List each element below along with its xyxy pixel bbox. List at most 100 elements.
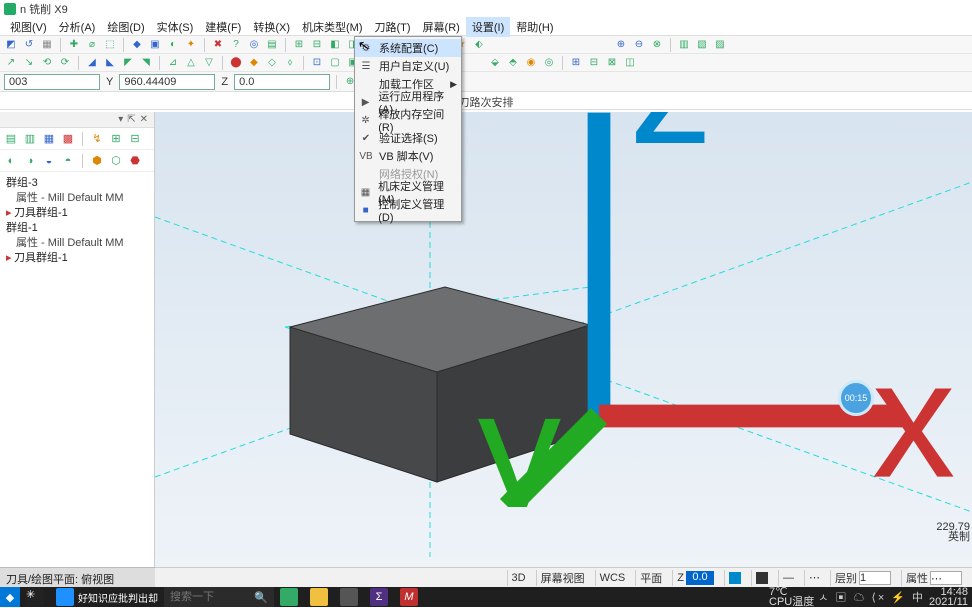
taskbar-clock[interactable]: 14:48 2021/11: [929, 587, 968, 607]
taskbar-app-sigma[interactable]: Σ: [364, 587, 394, 607]
tool-icon[interactable]: ⬨: [283, 56, 297, 70]
status-layer-value[interactable]: 1: [859, 571, 891, 585]
status-attr[interactable]: 属性 ⋯: [901, 570, 966, 586]
tree-item[interactable]: 属性 - Mill Default MM: [6, 191, 148, 206]
taskbar-app[interactable]: [274, 587, 304, 607]
taskbar-temperature[interactable]: 7℃ CPU温度: [769, 587, 814, 607]
status-swatch[interactable]: [724, 570, 745, 586]
tool-icon[interactable]: ⊟: [310, 38, 324, 52]
menu-view[interactable]: 视图(V): [4, 17, 53, 37]
menu-toolpath[interactable]: 刀路(T): [369, 17, 417, 37]
dd-user-custom[interactable]: ☰用户自定义(U): [355, 57, 461, 75]
tree-item[interactable]: ▸刀具群组-1: [6, 251, 148, 266]
start-button[interactable]: ◆: [0, 587, 20, 607]
tool-icon[interactable]: ⬖: [472, 38, 486, 52]
tool-icon[interactable]: ▽: [202, 56, 216, 70]
tool-icon[interactable]: ⊕: [614, 38, 628, 52]
tool-icon[interactable]: ⬚: [103, 38, 117, 52]
tree-item[interactable]: 群组-3: [6, 176, 148, 191]
tree-item[interactable]: ▸刀具群组-1: [6, 206, 148, 221]
taskbar-search-input[interactable]: [170, 591, 250, 603]
tool-icon[interactable]: ▢: [328, 56, 342, 70]
tool-icon[interactable]: ◎: [247, 38, 261, 52]
status-3d[interactable]: 3D: [507, 570, 530, 586]
tool-icon[interactable]: ◆: [130, 38, 144, 52]
coord-x-input[interactable]: [4, 74, 100, 90]
tree-item[interactable]: 属性 - Mill Default MM: [6, 236, 148, 251]
menu-machine-type[interactable]: 机床类型(M): [296, 17, 369, 37]
status-layer[interactable]: 层别 1: [830, 570, 895, 586]
tool-icon[interactable]: ⬢: [90, 154, 104, 168]
status-plane-btn[interactable]: 平面: [635, 570, 666, 586]
tool-icon[interactable]: ▦: [40, 38, 54, 52]
tool-icon[interactable]: ◥: [139, 56, 153, 70]
tool-icon[interactable]: ⟳: [58, 56, 72, 70]
tool-icon[interactable]: ⊖: [632, 38, 646, 52]
search-icon[interactable]: 🔍: [254, 591, 268, 604]
tool-icon[interactable]: ⌀: [85, 38, 99, 52]
tool-icon[interactable]: ◢: [85, 56, 99, 70]
tool-icon[interactable]: △: [184, 56, 198, 70]
tool-icon[interactable]: ⊠: [605, 56, 619, 70]
viewport-3d[interactable]: z x y: [155, 112, 972, 567]
status-z-value[interactable]: 0.0: [686, 571, 714, 585]
menu-settings[interactable]: 设置(I): [466, 17, 510, 37]
close-icon[interactable]: ✕: [140, 114, 148, 125]
tray-icons[interactable]: ㅅ ▣ ☁ ⟨× ⚡ 中: [818, 589, 925, 605]
coord-z-input[interactable]: [234, 74, 330, 90]
pin-icon[interactable]: ⇱: [127, 114, 135, 125]
tool-icon[interactable]: ▧: [695, 38, 709, 52]
taskbar-fan-icon[interactable]: ✳: [20, 587, 50, 607]
tool-icon[interactable]: ▤: [265, 38, 279, 52]
tool-icon[interactable]: ◇: [265, 56, 279, 70]
tool-icon[interactable]: ▦: [42, 132, 56, 146]
tool-icon[interactable]: ✦: [184, 38, 198, 52]
tool-icon[interactable]: ⊡: [310, 56, 324, 70]
coord-y-input[interactable]: [119, 74, 215, 90]
status-line-style2[interactable]: ⋯: [804, 570, 824, 586]
tool-icon[interactable]: ⊟: [587, 56, 601, 70]
menu-transform[interactable]: 转换(X): [247, 17, 296, 37]
tool-icon[interactable]: ◉: [524, 56, 538, 70]
tool-icon[interactable]: ?: [229, 38, 243, 52]
tool-icon[interactable]: ⊞: [109, 132, 123, 146]
menu-help[interactable]: 帮助(H): [510, 17, 559, 37]
menu-solids[interactable]: 实体(S): [151, 17, 200, 37]
tool-icon[interactable]: ⊟: [128, 132, 142, 146]
tool-icon[interactable]: ◐: [4, 154, 18, 168]
tool-icon[interactable]: ▤: [4, 132, 18, 146]
tool-icon[interactable]: ◫: [623, 56, 637, 70]
chevron-down-icon[interactable]: ▾: [118, 114, 123, 125]
tool-icon[interactable]: ▩: [61, 132, 75, 146]
tool-icon[interactable]: ⬣: [128, 154, 142, 168]
taskbar-folder[interactable]: [304, 587, 334, 607]
status-swatch2[interactable]: [751, 570, 772, 586]
menu-draw[interactable]: 绘图(D): [101, 17, 150, 37]
tool-icon[interactable]: ✖: [211, 38, 225, 52]
tool-icon[interactable]: ⊞: [569, 56, 583, 70]
tool-icon[interactable]: ⬘: [506, 56, 520, 70]
dd-vbscript[interactable]: VBVB 脚本(V): [355, 147, 461, 165]
tool-icon[interactable]: ▣: [148, 38, 162, 52]
tree-item[interactable]: 群组-1: [6, 221, 148, 236]
tool-icon[interactable]: ✚: [67, 38, 81, 52]
taskbar-app-x[interactable]: [334, 587, 364, 607]
tool-icon[interactable]: ⬤: [229, 56, 243, 70]
tool-icon[interactable]: ▥: [23, 132, 37, 146]
tool-icon[interactable]: ⊿: [166, 56, 180, 70]
taskbar-browser[interactable]: 好知识应批判出却: [50, 587, 164, 607]
operations-tree[interactable]: 群组-3 属性 - Mill Default MM ▸刀具群组-1 群组-1 属…: [0, 172, 154, 270]
tool-icon[interactable]: ◎: [542, 56, 556, 70]
dd-control-def[interactable]: ■控制定义管理(D): [355, 201, 461, 219]
tool-icon[interactable]: ◤: [121, 56, 135, 70]
dd-free-mem[interactable]: ✲释放内存空间(R): [355, 111, 461, 129]
dd-verify-select[interactable]: ✔验证选择(S): [355, 129, 461, 147]
tool-icon[interactable]: ◩: [4, 38, 18, 52]
tool-icon[interactable]: ⊗: [650, 38, 664, 52]
tool-icon[interactable]: ↺: [22, 38, 36, 52]
tool-icon[interactable]: ⬙: [488, 56, 502, 70]
menu-analyze[interactable]: 分析(A): [53, 17, 102, 37]
status-line-style[interactable]: —: [778, 570, 798, 586]
tool-icon[interactable]: ◣: [103, 56, 117, 70]
tool-icon[interactable]: ◓: [61, 154, 75, 168]
